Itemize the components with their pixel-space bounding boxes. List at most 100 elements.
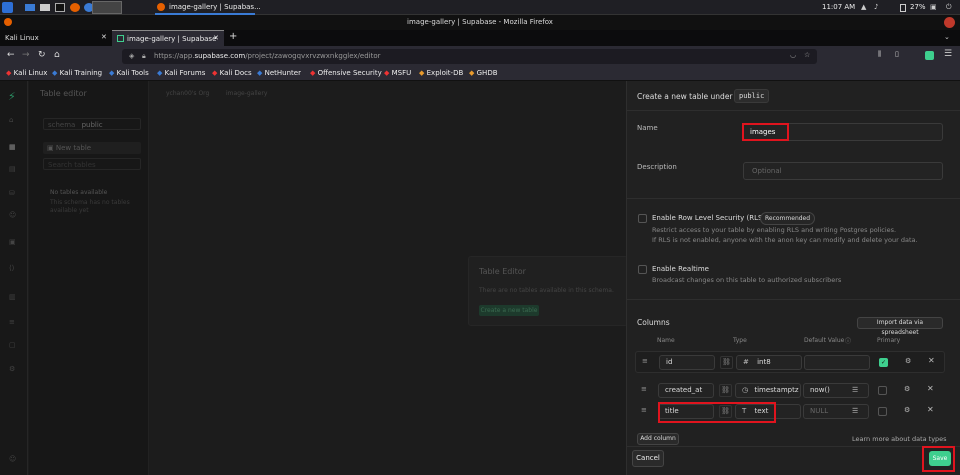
column-settings-gear-icon[interactable]: ⚙	[904, 385, 910, 393]
column-name-input[interactable]: created_at	[658, 383, 714, 398]
bookmark-item[interactable]: ◆ NetHunter	[257, 69, 301, 77]
bookmark-item[interactable]: ◆ Kali Forums	[157, 69, 205, 77]
offsec-icon: ◆	[310, 69, 316, 77]
back-icon[interactable]: ←	[7, 50, 15, 60]
database-icon[interactable]: ⛁	[9, 189, 15, 197]
foreign-key-link-icon[interactable]: ⛓	[719, 384, 732, 397]
realtime-checkbox[interactable]	[638, 265, 647, 274]
remove-column-icon[interactable]: ✕	[927, 405, 934, 414]
remove-column-icon[interactable]: ✕	[927, 384, 934, 393]
edge-functions-icon[interactable]: ⟨⟩	[9, 264, 14, 272]
column-header-default: Default Value	[804, 337, 845, 344]
user-icon[interactable]: ☺	[9, 455, 16, 463]
column-settings-gear-icon[interactable]: ⚙	[904, 406, 910, 414]
bookmark-item[interactable]: ◆ MSFU	[384, 69, 411, 77]
sidebar-icon[interactable]: ▯	[895, 50, 899, 58]
column-default-input[interactable]: now() ☰	[803, 383, 869, 398]
drag-handle-icon[interactable]: ≡	[641, 406, 647, 414]
bookmark-item[interactable]: ◆ GHDB	[469, 69, 498, 77]
breadcrumb-project[interactable]: image-gallery	[226, 90, 267, 97]
description-input[interactable]: Optional	[743, 162, 943, 180]
supabase-logo-icon[interactable]: ⚡	[8, 90, 16, 103]
create-table-button[interactable]: Create a new table	[479, 305, 539, 316]
bookmark-item[interactable]: ◆ Offensive Security	[310, 69, 382, 77]
menu-icon[interactable]: ☰	[944, 49, 952, 59]
column-type-select[interactable]: # int8	[736, 355, 802, 370]
column-default-input[interactable]: NULL ☰	[803, 404, 869, 419]
rls-checkbox[interactable]	[638, 214, 647, 223]
bookmark-item[interactable]: ◆ Kali Training	[52, 69, 102, 77]
tab-kali-linux[interactable]: Kali Linux ✕	[0, 30, 112, 46]
search-tables-input[interactable]: Search tables	[43, 158, 141, 170]
add-column-button[interactable]: Add column	[637, 433, 679, 445]
learn-more-link[interactable]: Learn more about data types	[852, 435, 947, 443]
table-editor-icon[interactable]: ▦	[9, 143, 16, 151]
show-desktop-icon[interactable]	[25, 4, 35, 11]
storage-icon[interactable]: ▣	[9, 238, 16, 246]
primary-checkbox-checked[interactable]: ✓	[879, 358, 888, 367]
logs-icon[interactable]: ≡	[9, 318, 15, 326]
extension-icon[interactable]	[925, 51, 934, 60]
tab-image-gallery[interactable]: image-gallery | Supabase ✕	[112, 30, 224, 46]
column-default-input[interactable]	[804, 355, 870, 370]
library-icon[interactable]: ⫼	[878, 50, 881, 59]
close-tab-icon[interactable]: ✕	[213, 34, 219, 42]
lock-icon[interactable]: 🔒︎	[142, 52, 146, 61]
columns-title: Columns	[637, 318, 670, 327]
notifications-icon[interactable]: ▲	[861, 3, 866, 11]
search-placeholder: Search tables	[48, 161, 96, 169]
new-table-label: New table	[55, 144, 92, 152]
remove-column-icon[interactable]: ✕	[928, 356, 935, 365]
default-menu-icon[interactable]: ☰	[852, 405, 858, 418]
bookmark-star-icon[interactable]: ☆	[804, 51, 810, 59]
terminal-icon[interactable]	[55, 3, 65, 12]
tab-list-icon[interactable]: ⌄	[944, 33, 950, 41]
clock[interactable]: 11:07 AM	[822, 3, 855, 11]
url-bar[interactable]: ◈ 🔒︎ https://app.supabase.com/project/za…	[122, 49, 817, 64]
bookmark-item[interactable]: ◆ Kali Docs	[212, 69, 252, 77]
sql-editor-icon[interactable]: ▤	[9, 165, 16, 173]
new-tab-icon[interactable]: +	[229, 31, 237, 42]
breadcrumb-org[interactable]: ychan00's Org	[166, 90, 209, 97]
schema-selector[interactable]: schema public	[43, 118, 141, 130]
column-name-input[interactable]: id	[659, 355, 715, 370]
schema-label: schema	[48, 121, 76, 129]
bookmark-item[interactable]: ◆ Kali Linux	[6, 69, 47, 77]
column-settings-gear-icon[interactable]: ⚙	[905, 357, 911, 365]
volume-icon[interactable]: ♪	[874, 3, 878, 11]
cancel-button[interactable]: Cancel	[632, 450, 664, 467]
column-type-select[interactable]: ◷ timestamptz	[735, 383, 801, 398]
firefox-launcher-icon[interactable]	[70, 3, 80, 12]
settings-icon[interactable]: ⚙	[9, 365, 15, 373]
bookmark-item[interactable]: ◆ Exploit-DB	[419, 69, 463, 77]
files-icon[interactable]	[40, 4, 50, 11]
offsec-icon: ◆	[384, 69, 390, 77]
drag-handle-icon[interactable]: ≡	[642, 357, 648, 365]
drag-handle-icon[interactable]: ≡	[641, 385, 647, 393]
api-docs-icon[interactable]: ▢	[9, 341, 16, 349]
kali-menu-icon[interactable]	[2, 2, 13, 13]
forward-icon[interactable]: →	[22, 50, 30, 60]
primary-checkbox[interactable]	[878, 407, 887, 416]
taskbar-window-button[interactable]	[92, 1, 122, 14]
lock-icon[interactable]: ▣	[930, 3, 937, 11]
home-nav-icon[interactable]: ⌂	[9, 116, 13, 124]
auth-icon[interactable]: ☺	[9, 211, 16, 219]
taskbar-active-window[interactable]: image-gallery | Supabas...	[169, 3, 261, 11]
power-icon[interactable]: ⏻	[946, 3, 952, 12]
home-icon[interactable]: ⌂	[54, 50, 60, 60]
primary-checkbox[interactable]	[878, 386, 887, 395]
bookmark-item[interactable]: ◆ Kali Tools	[109, 69, 149, 77]
close-window-icon[interactable]	[944, 17, 955, 28]
import-spreadsheet-button[interactable]: Import data via spreadsheet	[857, 317, 943, 336]
reports-icon[interactable]: ▥	[9, 293, 16, 301]
shield-icon[interactable]: ◈	[129, 52, 134, 60]
battery-icon[interactable]	[900, 4, 906, 12]
foreign-key-link-icon[interactable]: ⛓	[720, 356, 733, 369]
new-table-button[interactable]: ▣ New table	[43, 142, 141, 154]
pocket-icon[interactable]: ◡	[790, 51, 796, 59]
default-menu-icon[interactable]: ☰	[852, 384, 858, 397]
close-tab-icon[interactable]: ✕	[101, 33, 107, 41]
rls-description-2: If RLS is not enabled, anyone with the a…	[652, 236, 918, 244]
reload-icon[interactable]: ↻	[38, 50, 46, 60]
